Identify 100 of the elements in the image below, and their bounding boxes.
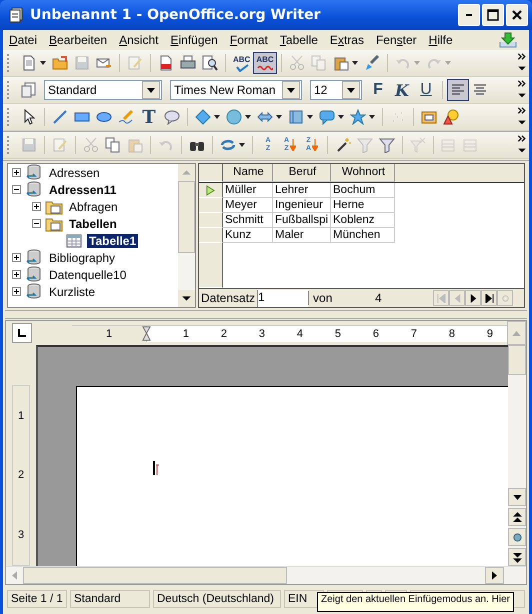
corner-header[interactable] [199,164,223,182]
dropdown-arrow-icon[interactable] [245,115,251,119]
tree-item[interactable]: Datenquelle10 [47,268,128,282]
ruler-number: 1 [106,328,112,340]
menu-item[interactable]: Hilfe [426,33,459,47]
splitter-handle[interactable] [5,310,527,319]
next-page-button[interactable] [508,548,526,566]
menu-item[interactable]: Einfügen [168,33,224,47]
row-header[interactable] [199,213,223,228]
printer-icon [180,55,196,71]
dropdown-arrow-icon[interactable] [352,61,358,65]
status-field: Standard [70,590,150,608]
dropdown-arrow-icon[interactable] [276,115,282,119]
framed-picture-icon [421,109,437,125]
dropdown-arrow-icon[interactable] [214,115,220,119]
row-header[interactable] [199,183,223,198]
maximize-icon [487,9,499,21]
folder-icon [52,55,68,71]
tree-item[interactable]: Abfragen [67,200,120,214]
row-header[interactable] [199,228,223,243]
format-button[interactable]: K [390,79,414,101]
menu-item[interactable]: Tabelle [278,33,324,47]
last-record-button[interactable] [481,290,498,306]
dropdown-arrow-icon[interactable] [307,115,313,119]
combo-box[interactable]: Times New Roman [170,80,302,100]
menu-item[interactable]: Datei [7,33,44,47]
dropdown-arrow-icon[interactable] [369,115,375,119]
scroll-thumb[interactable] [508,345,526,375]
expand-toggle-icon[interactable] [32,202,41,211]
scroll-right-button[interactable] [485,567,504,584]
tree-item[interactable]: Bibliography [47,250,118,264]
scroll-down-button[interactable] [508,488,526,506]
navigator-button[interactable] [508,528,526,546]
format-button[interactable]: T [137,106,161,128]
close-button[interactable] [506,4,528,26]
row-header[interactable] [199,198,223,213]
tree-item[interactable]: Kurzliste [47,284,98,298]
combo-box[interactable]: 12 [310,80,362,100]
combo-box[interactable]: Standard [44,80,162,100]
format-button[interactable]: U [414,79,438,101]
table-cell: Maler [273,228,331,243]
maximize-button[interactable] [482,4,504,26]
table-cell: Meyer [223,198,273,213]
styles-page-icon [21,82,37,98]
table-cell: Bochum [331,183,395,198]
scroll-thumb[interactable] [23,567,287,584]
format-button[interactable]: F [366,79,390,101]
callout-bubble-icon [164,109,180,125]
tab-stop-button[interactable] [12,323,32,343]
magic-wand-icon [335,137,351,153]
minimize-button[interactable] [458,4,480,26]
status-field: Seite 1 / 1 [7,590,67,608]
tree-item[interactable]: Adressen [47,166,102,180]
right-arrow-icon [468,294,478,302]
table-cell: Koblenz [331,213,395,228]
dropdown-arrow-icon[interactable] [239,143,245,147]
column-header[interactable]: Name [223,164,273,182]
tree-item[interactable]: Tabellen [67,216,119,230]
indent-marker-icon[interactable] [142,324,151,342]
expand-toggle-icon[interactable] [12,168,21,177]
dropdown-arrow-icon[interactable] [338,115,344,119]
funnel-cross-icon [410,137,426,153]
flowchart-box-icon [288,109,304,125]
record-field[interactable]: 1 [257,290,308,306]
expand-toggle-icon[interactable] [12,270,21,279]
next-record-button[interactable] [465,290,482,306]
toolbar-button[interactable] [447,79,469,101]
expand-toggle-icon[interactable] [12,287,21,296]
refresh-arrows-icon [220,137,236,153]
record-count: 4 [375,291,383,305]
dropdown-arrow-icon [287,88,295,92]
menu-item[interactable]: Ansicht [117,33,164,47]
expand-toggle-icon[interactable] [12,253,21,262]
menu-item[interactable]: Fenster [374,33,423,47]
tree-item[interactable]: Tabelle1 [87,234,138,248]
ellipse-icon [96,109,112,125]
previous-page-button[interactable] [508,508,526,526]
ruler-number: 9 [486,328,493,340]
tab-stop-icon [18,329,26,337]
expand-toggle-icon[interactable] [32,219,41,228]
horizontal-ruler[interactable]: 1 1 2 3 4 5 6 7 8 9 [72,324,507,342]
scrollbar[interactable] [6,566,526,584]
scroll-thumb[interactable] [178,181,195,253]
menu-item[interactable]: Format [228,33,274,47]
insert-rows-icon [441,137,457,153]
column-header[interactable]: Wohnort [331,164,395,182]
download-tray-icon[interactable] [499,32,517,48]
tree-item[interactable]: Adressen11 [47,182,118,196]
column-header[interactable]: Beruf [273,164,331,182]
menu-item[interactable]: Extras [328,33,370,47]
toolbar-button[interactable]: ABC [230,52,254,74]
table-cell: München [331,228,395,243]
vertical-ruler[interactable]: 1 2 3 [12,385,30,566]
expand-toggle-icon[interactable] [12,185,21,194]
dropdown-arrow-icon [347,88,355,92]
scrollbar[interactable] [178,164,195,307]
status-field: Deutsch (Deutschland) [153,590,281,608]
toolbar-button[interactable]: ABC [253,52,277,74]
menu-item[interactable]: Bearbeiten [47,33,114,47]
dropdown-arrow-icon[interactable] [40,61,46,65]
